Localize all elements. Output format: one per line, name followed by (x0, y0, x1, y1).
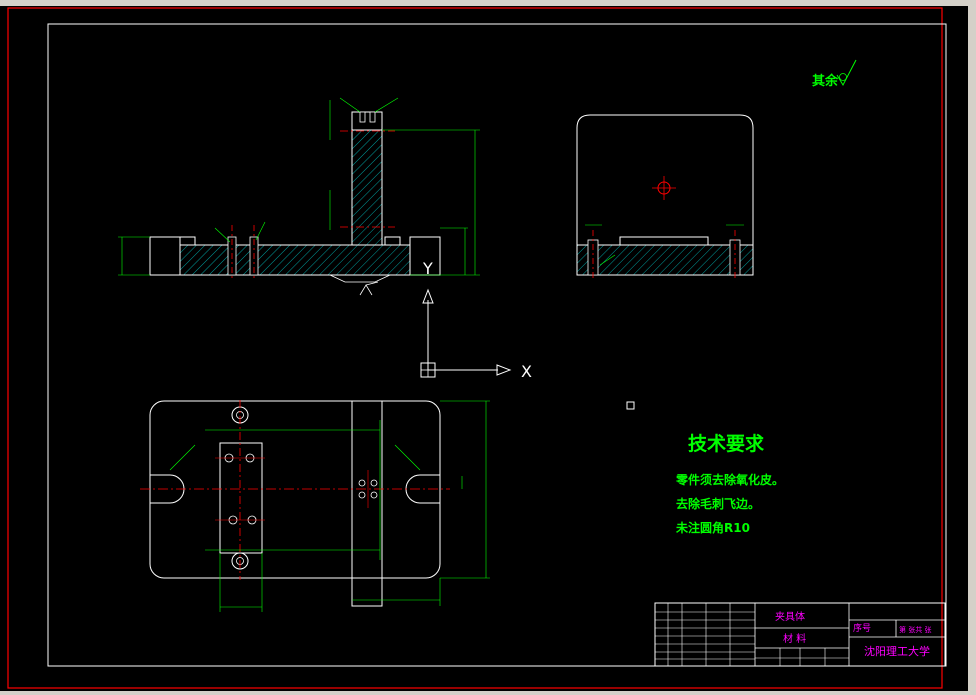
title-part-name: 夹具体 (775, 610, 805, 623)
title-school: 沈阳理工大学 (864, 644, 930, 658)
title-material-label: 材 料 (783, 632, 806, 645)
title-seq-label: 序号 (853, 622, 871, 634)
roughness-symbol (836, 59, 857, 87)
ucs-icon (420, 288, 512, 378)
title-sheet-label: 第 张共 张 (899, 625, 931, 634)
tech-req-item-1: 零件须去除氧化皮。 (675, 472, 784, 487)
pick-box-cursor (626, 401, 635, 410)
top-plan-view (140, 400, 490, 612)
window-right-scrollbar[interactable] (968, 0, 976, 695)
ucs-x-label: X (521, 362, 532, 381)
tech-req-item-2: 去除毛刺飞边。 (676, 496, 760, 511)
surface-note: 其余 (812, 73, 839, 89)
window-bottom-edge (0, 691, 976, 695)
inner-drawing-border (47, 23, 947, 667)
ucs-y-label: Y (422, 259, 433, 278)
side-view (576, 114, 754, 280)
tech-req-item-3: 未注圆角R10 (675, 520, 750, 535)
cad-drawing-canvas[interactable]: Y X 其余 技术要求 零件须去除氧化皮。 去除毛刺飞边。 未注圆角R10 夹具… (0, 0, 968, 691)
outer-sheet-frame (7, 7, 943, 689)
tech-req-title: 技术要求 (688, 432, 765, 455)
